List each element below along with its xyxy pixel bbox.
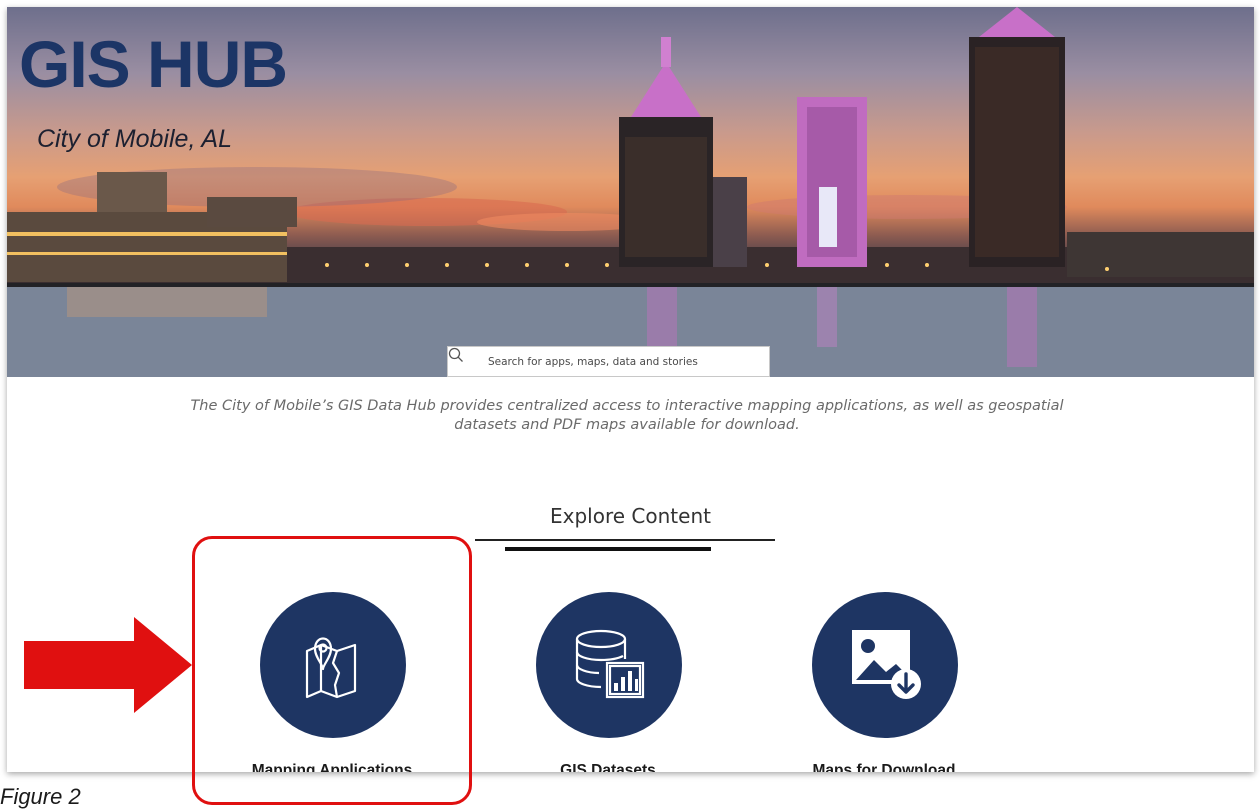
search-icon	[448, 347, 478, 370]
tile-label: Maps for Download	[812, 762, 956, 772]
tile-maps-for-download[interactable]: Maps for Download	[764, 592, 1004, 772]
highlight-annotation-box	[192, 536, 472, 805]
explore-content-heading: Explore Content	[550, 504, 711, 528]
tile-circle	[536, 592, 682, 738]
figure-caption: Figure 2	[0, 784, 81, 809]
hero-title: GIS HUB	[19, 27, 288, 101]
tile-label: GIS Datasets	[560, 762, 656, 772]
image-download-icon	[840, 618, 930, 713]
tile-gis-datasets[interactable]: GIS Datasets	[488, 592, 728, 772]
hero-subtitle: City of Mobile, AL	[37, 125, 232, 153]
search-input[interactable]: Search for apps, maps, data and stories	[447, 346, 770, 377]
heading-divider	[475, 539, 775, 541]
hero-banner: GIS HUB City of Mobile, AL Search for ap…	[7, 7, 1254, 377]
red-arrow-icon	[24, 617, 192, 713]
search-placeholder: Search for apps, maps, data and stories	[488, 355, 698, 368]
database-chart-icon	[567, 621, 651, 710]
heading-accent-bar	[505, 547, 711, 551]
hub-description: The City of Mobile’s GIS Data Hub provid…	[190, 398, 1064, 433]
tile-circle	[812, 592, 958, 738]
